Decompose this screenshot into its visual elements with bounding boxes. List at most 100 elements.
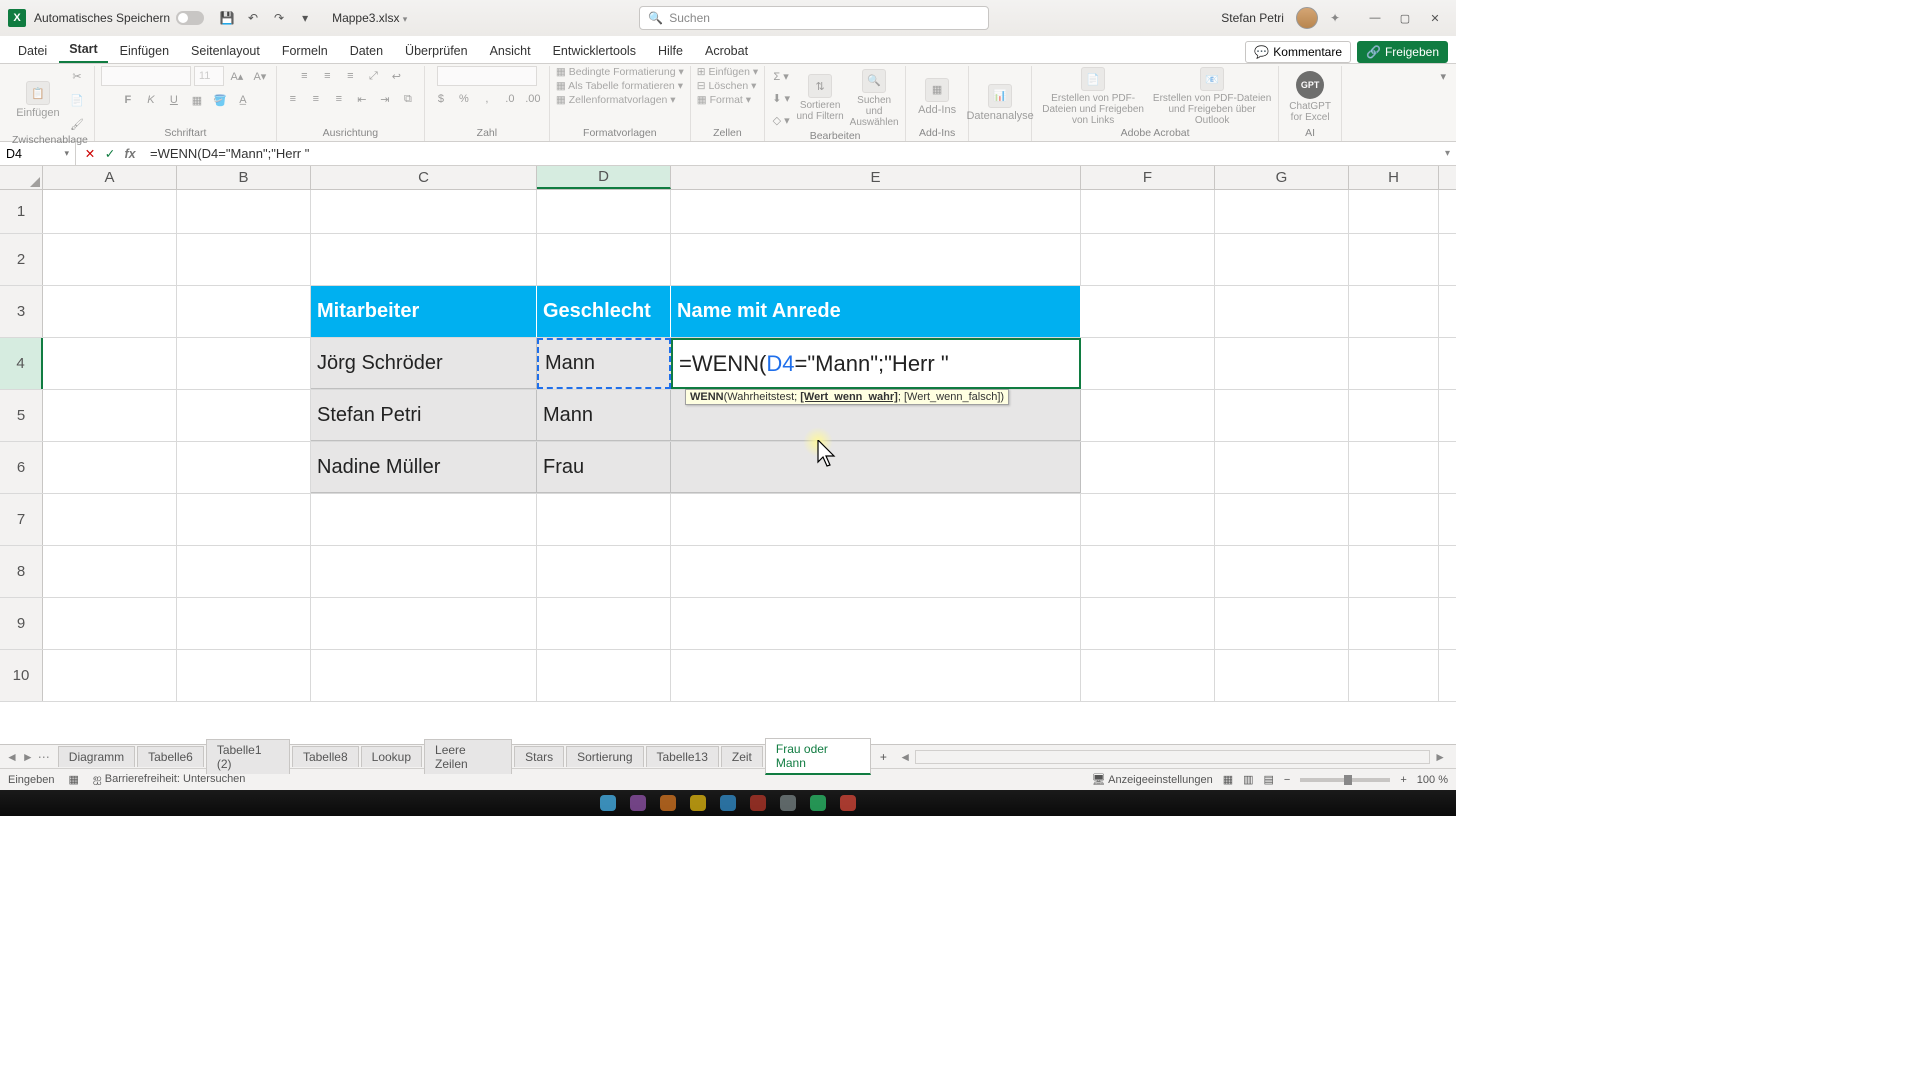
- row-header-2[interactable]: 2: [0, 234, 43, 285]
- tab-start[interactable]: Start: [59, 37, 107, 63]
- tab-ueberpruefen[interactable]: Überprüfen: [395, 39, 478, 63]
- function-tooltip[interactable]: WENN(Wahrheitstest; [Wert_wenn_wahr]; [W…: [685, 389, 1009, 405]
- comments-button[interactable]: 💬 Kommentare: [1245, 41, 1351, 63]
- taskbar-app-icon[interactable]: [630, 795, 646, 811]
- align-left-icon[interactable]: ≡: [283, 89, 303, 109]
- cell-e6[interactable]: [671, 442, 1081, 493]
- cell-a5[interactable]: [43, 390, 177, 441]
- row-header-7[interactable]: 7: [0, 494, 43, 545]
- number-format-combo[interactable]: [437, 66, 537, 86]
- increase-decimal-icon[interactable]: .0: [500, 89, 520, 109]
- sheet-tab-tabelle1-2[interactable]: Tabelle1 (2): [206, 739, 290, 774]
- cell-d4[interactable]: Mann: [537, 338, 671, 389]
- sheet-tab-tabelle8[interactable]: Tabelle8: [292, 746, 359, 767]
- cell-c6[interactable]: Nadine Müller: [311, 442, 537, 493]
- col-header-h[interactable]: H: [1349, 166, 1439, 189]
- cell-d5[interactable]: Mann: [537, 390, 671, 441]
- increase-font-icon[interactable]: A▴: [227, 66, 247, 86]
- spreadsheet-grid[interactable]: A B C D E F G H 1 2 3 Mitarbeiter Geschl…: [0, 166, 1456, 744]
- taskbar-app-icon[interactable]: [810, 795, 826, 811]
- cell-g5[interactable]: [1215, 390, 1349, 441]
- cell-g2[interactable]: [1215, 234, 1349, 285]
- row-header-9[interactable]: 9: [0, 598, 43, 649]
- redo-icon[interactable]: ↷: [270, 9, 288, 27]
- cell-b1[interactable]: [177, 190, 311, 233]
- cell-e1[interactable]: [671, 190, 1081, 233]
- cell-h4[interactable]: [1349, 338, 1439, 389]
- currency-icon[interactable]: $: [431, 89, 451, 109]
- sort-filter-button[interactable]: ⇅Sortieren und Filtern: [795, 74, 845, 122]
- align-bottom-icon[interactable]: ≡: [340, 66, 360, 86]
- avatar[interactable]: [1296, 7, 1318, 29]
- font-color-icon[interactable]: A̲: [233, 90, 253, 110]
- tab-hilfe[interactable]: Hilfe: [648, 39, 693, 63]
- sheet-tab-stars[interactable]: Stars: [514, 746, 564, 767]
- fill-icon[interactable]: ⬇ ▾: [771, 88, 791, 108]
- sheet-nav-more-icon[interactable]: ⋯: [38, 750, 50, 764]
- view-normal-icon[interactable]: ▦: [1223, 773, 1233, 786]
- taskbar-app-icon[interactable]: [720, 795, 736, 811]
- border-icon[interactable]: ▦: [187, 90, 207, 110]
- cell-d1[interactable]: [537, 190, 671, 233]
- taskbar-app-icon[interactable]: [600, 795, 616, 811]
- format-cells-button[interactable]: ▦ Format ▾: [697, 94, 751, 106]
- name-box[interactable]: D4 ▾: [0, 142, 76, 165]
- sheet-tab-tabelle13[interactable]: Tabelle13: [646, 746, 719, 767]
- horizontal-scrollbar[interactable]: [915, 750, 1430, 764]
- cell-b5[interactable]: [177, 390, 311, 441]
- share-button[interactable]: 🔗 Freigeben: [1357, 41, 1448, 63]
- row-header-8[interactable]: 8: [0, 546, 43, 597]
- pdf-outlook-button[interactable]: 📧Erstellen von PDF-Dateien und Freigeben…: [1152, 67, 1272, 126]
- status-accessibility[interactable]: ஐ Barrierefreiheit: Untersuchen: [93, 773, 246, 787]
- format-painter-icon[interactable]: 🖌: [67, 114, 87, 134]
- close-button[interactable]: ✕: [1422, 8, 1448, 28]
- chatgpt-button[interactable]: GPTChatGPT for Excel: [1285, 71, 1335, 123]
- cell-f1[interactable]: [1081, 190, 1215, 233]
- paste-button[interactable]: 📋 Einfügen: [13, 81, 63, 119]
- tab-ansicht[interactable]: Ansicht: [480, 39, 541, 63]
- add-sheet-button[interactable]: +: [873, 750, 893, 764]
- tab-formeln[interactable]: Formeln: [272, 39, 338, 63]
- search-box[interactable]: 🔍 Suchen: [639, 6, 989, 30]
- decrease-font-icon[interactable]: A▾: [250, 66, 270, 86]
- taskbar-app-icon[interactable]: [840, 795, 856, 811]
- cell-c1[interactable]: [311, 190, 537, 233]
- copy-icon[interactable]: 📄: [67, 90, 87, 110]
- cell-a4[interactable]: [43, 338, 177, 389]
- row-header-5[interactable]: 5: [0, 390, 43, 441]
- sheet-tab-tabelle6[interactable]: Tabelle6: [137, 746, 204, 767]
- cell-f6[interactable]: [1081, 442, 1215, 493]
- name-box-dropdown-icon[interactable]: ▾: [64, 148, 69, 159]
- comma-icon[interactable]: ,: [477, 89, 497, 109]
- status-macro-icon[interactable]: ▦: [69, 773, 79, 786]
- cell-f5[interactable]: [1081, 390, 1215, 441]
- font-size-combo[interactable]: 11: [194, 66, 224, 86]
- user-name[interactable]: Stefan Petri: [1221, 11, 1284, 25]
- cell-b4[interactable]: [177, 338, 311, 389]
- cell-g4[interactable]: [1215, 338, 1349, 389]
- tab-seitenlayout[interactable]: Seitenlayout: [181, 39, 270, 63]
- format-as-table-button[interactable]: ▦ Als Tabelle formatieren ▾: [556, 80, 683, 92]
- view-page-break-icon[interactable]: ▤: [1264, 773, 1274, 786]
- sheet-nav-prev-icon[interactable]: ◄: [6, 750, 18, 764]
- col-header-f[interactable]: F: [1081, 166, 1215, 189]
- cancel-formula-icon[interactable]: ✕: [82, 146, 98, 161]
- select-all-corner[interactable]: [0, 166, 43, 189]
- sheet-tab-diagramm[interactable]: Diagramm: [58, 746, 135, 767]
- data-analysis-button[interactable]: 📊Datenanalyse: [975, 84, 1025, 122]
- align-top-icon[interactable]: ≡: [294, 66, 314, 86]
- taskbar-app-icon[interactable]: [690, 795, 706, 811]
- tooltip-active-arg[interactable]: [Wert_wenn_wahr]: [800, 391, 898, 403]
- cell-a3[interactable]: [43, 286, 177, 337]
- italic-icon[interactable]: K: [141, 90, 161, 110]
- decrease-decimal-icon[interactable]: .00: [523, 89, 543, 109]
- tab-entwicklertools[interactable]: Entwicklertools: [543, 39, 646, 63]
- fx-icon[interactable]: fx: [122, 147, 138, 161]
- row-header-4[interactable]: 4: [0, 338, 43, 389]
- sheet-tab-zeit[interactable]: Zeit: [721, 746, 763, 767]
- row-header-3[interactable]: 3: [0, 286, 43, 337]
- clear-icon[interactable]: ◇ ▾: [771, 110, 791, 130]
- cell-b6[interactable]: [177, 442, 311, 493]
- cell-d2[interactable]: [537, 234, 671, 285]
- col-header-c[interactable]: C: [311, 166, 537, 189]
